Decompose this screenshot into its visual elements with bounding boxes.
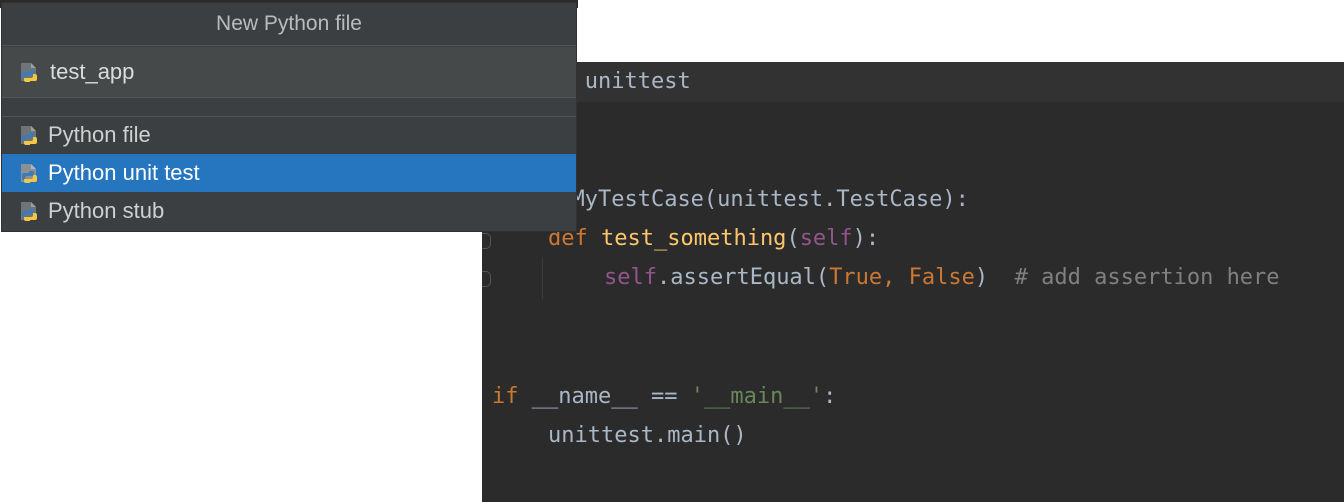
dialog-title: New Python file	[216, 12, 362, 35]
keyword: False	[908, 265, 975, 290]
filename-input[interactable]	[50, 55, 550, 89]
code-editor[interactable]: import unittest class MyTestCase(unittes…	[482, 62, 1344, 502]
option-label: Python stub	[48, 198, 165, 223]
option-label: Python unit test	[48, 160, 200, 185]
keyword: if	[492, 384, 519, 409]
option-python-unit-test[interactable]: Python unit test	[2, 154, 576, 192]
python-file-icon	[21, 126, 37, 145]
code-comment: # add assertion here	[1014, 265, 1280, 290]
code-text: ,	[882, 265, 909, 290]
python-file-icon	[21, 164, 37, 183]
code-text: )	[974, 265, 989, 290]
code-text: unittest	[571, 69, 691, 94]
code-text: :	[823, 384, 837, 409]
code-line-3[interactable]: def test_something(self):	[548, 219, 879, 259]
option-python-file[interactable]: Python file	[2, 116, 576, 154]
fold-end-icon[interactable]	[482, 271, 491, 287]
new-python-file-dialog: New Python file Python file Python unit …	[1, 2, 577, 232]
python-file-icon	[21, 202, 37, 221]
code-text: MyTestCase(unittest.TestCase):	[558, 187, 969, 212]
filename-row	[2, 47, 576, 97]
divider	[2, 97, 576, 98]
fold-icon[interactable]	[482, 233, 491, 249]
code-text: unittest.main()	[548, 423, 747, 448]
code-line-5[interactable]: if __name__ == '__main__':	[492, 377, 836, 417]
code-text: ):	[852, 226, 880, 251]
code-text: (	[786, 226, 800, 251]
option-label: Python file	[48, 122, 151, 147]
option-python-stub[interactable]: Python stub	[2, 192, 576, 230]
code-line-1[interactable]: import unittest	[482, 62, 1344, 102]
code-text: .assertEqual(	[656, 265, 830, 290]
self-keyword: self	[604, 265, 657, 290]
function-name: test_something	[601, 226, 787, 251]
keyword: True	[829, 265, 883, 290]
divider	[2, 45, 576, 46]
string-literal: '__main__'	[690, 384, 824, 409]
indent-guide	[542, 257, 543, 299]
code-text: __name__ ==	[518, 384, 691, 409]
self-keyword: self	[799, 226, 853, 251]
python-file-icon	[21, 63, 37, 82]
code-line-6[interactable]: unittest.main()	[548, 416, 747, 456]
code-line-4[interactable]: self.assertEqual(True, False) # add asse…	[604, 258, 1280, 298]
